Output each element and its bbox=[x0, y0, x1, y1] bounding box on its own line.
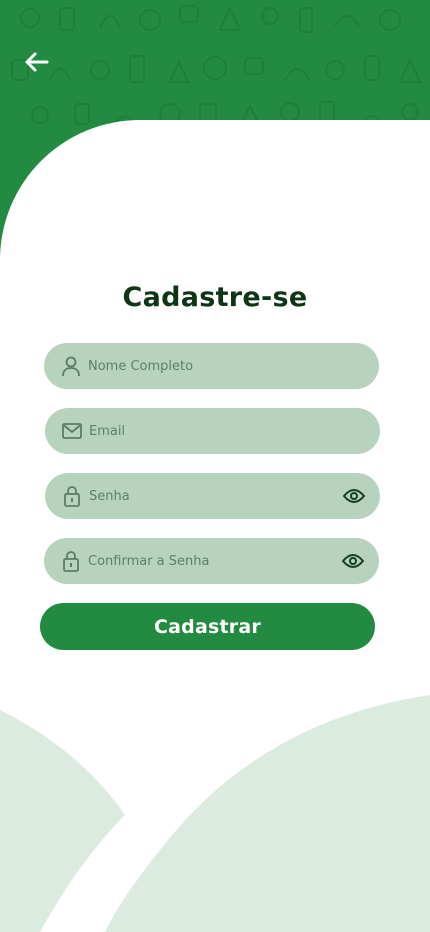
email-input[interactable] bbox=[89, 408, 329, 454]
confirm-password-field[interactable] bbox=[44, 538, 379, 584]
eye-icon[interactable] bbox=[341, 549, 365, 573]
back-button[interactable] bbox=[18, 46, 54, 78]
confirm-password-input[interactable] bbox=[88, 538, 328, 584]
name-input[interactable] bbox=[88, 343, 328, 389]
arrow-left-icon bbox=[25, 52, 49, 72]
page-title: Cadastre-se bbox=[122, 282, 308, 313]
email-field[interactable] bbox=[45, 408, 380, 454]
register-button[interactable]: Cadastrar bbox=[40, 603, 375, 650]
user-icon bbox=[60, 355, 82, 377]
mail-icon bbox=[61, 420, 83, 442]
name-field[interactable] bbox=[44, 343, 379, 389]
lock-icon bbox=[61, 485, 83, 507]
eye-icon[interactable] bbox=[342, 484, 366, 508]
doodle-pattern bbox=[11, 5, 422, 127]
background-shapes bbox=[0, 695, 430, 932]
lock-icon bbox=[60, 550, 82, 572]
password-field[interactable] bbox=[45, 473, 380, 519]
password-input[interactable] bbox=[89, 473, 329, 519]
